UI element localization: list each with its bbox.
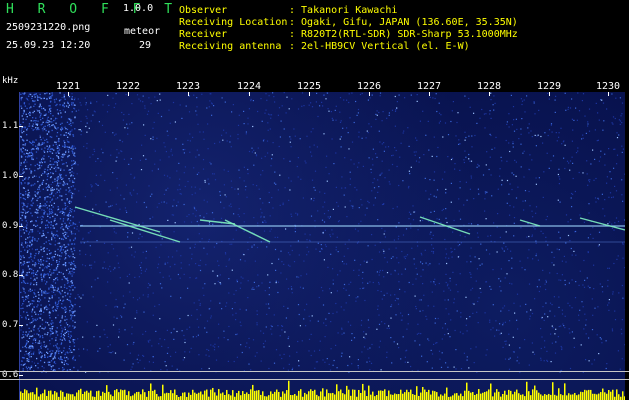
- x-tick-mark: [249, 92, 250, 96]
- location-value: : Ogaki, Gifu, JAPAN (136.60E, 35.35N): [289, 17, 518, 28]
- receiver-value: : R820T2(RTL-SDR) SDR-Sharp 53.1000MHz: [289, 29, 518, 40]
- receiver-label: Receiver: [179, 29, 228, 40]
- app-logo: H R O F F T: [6, 2, 181, 17]
- x-tick-label: 1227: [416, 81, 442, 92]
- y-tick-label: 0.7: [2, 320, 19, 330]
- x-tick-mark: [429, 92, 430, 96]
- x-tick-label: 1225: [296, 81, 322, 92]
- location-label: Receiving Location: [179, 17, 288, 28]
- meteor-count: 29: [139, 40, 152, 51]
- meteor-label: meteor: [124, 26, 161, 37]
- x-tick-mark: [549, 92, 550, 96]
- y-tick-label: 0.8: [2, 270, 19, 280]
- meteor-trail: [109, 219, 181, 243]
- x-tick-label: 1223: [175, 81, 201, 92]
- x-tick-mark: [188, 92, 189, 96]
- y-tick-label: 1.0: [2, 171, 19, 181]
- x-tick-label: 1226: [356, 81, 382, 92]
- x-tick-label: 1229: [536, 81, 562, 92]
- signal-level-bars: [20, 380, 625, 400]
- y-tick-mark: [19, 176, 23, 177]
- y-tick-mark: [19, 275, 23, 276]
- antenna-value: : 2el-HB9CV Vertical (el. E-W): [289, 41, 470, 52]
- x-tick-label: 1230: [595, 81, 621, 92]
- x-tick-mark: [68, 92, 69, 96]
- meteor-trail: [519, 219, 541, 227]
- x-tick-label: 1222: [115, 81, 141, 92]
- spectrogram-canvas: [20, 92, 625, 400]
- x-tick-label: 1228: [476, 81, 502, 92]
- dense-noise-band: [20, 92, 77, 373]
- x-tick-mark: [128, 92, 129, 96]
- app-version: 1.0.0: [123, 3, 154, 14]
- observer-label: Observer: [179, 5, 228, 16]
- bottom-band-line: [0, 379, 629, 380]
- x-tick-mark: [489, 92, 490, 96]
- waterfall-spectrogram: [19, 92, 625, 400]
- x-tick-label: 1224: [236, 81, 262, 92]
- noise-speckle-layer: [20, 92, 625, 374]
- y-tick-mark: [19, 325, 23, 326]
- y-tick-mark: [19, 126, 23, 127]
- y-tick-label: 0.9: [2, 221, 19, 231]
- hroft-window: H R O F F T 1.0.0 2509231220.png meteor …: [0, 0, 629, 400]
- file-name: 2509231220.png: [6, 22, 91, 33]
- x-tick-mark: [608, 92, 609, 96]
- meteor-trail: [579, 217, 625, 231]
- capture-datetime: 25.09.23 12:20: [6, 40, 91, 51]
- x-tick-mark: [369, 92, 370, 96]
- y-axis-unit: kHz: [2, 76, 19, 86]
- observer-value: : Takanori Kawachi: [289, 5, 398, 16]
- x-tick-label: 1221: [55, 81, 81, 92]
- meteor-trail: [74, 206, 161, 233]
- y-tick-mark: [19, 375, 23, 376]
- y-tick-mark: [19, 226, 23, 227]
- lower-band-line: [0, 371, 629, 372]
- antenna-label: Receiving antenna: [179, 41, 282, 52]
- y-tick-label: 1.1: [2, 121, 19, 131]
- x-tick-mark: [309, 92, 310, 96]
